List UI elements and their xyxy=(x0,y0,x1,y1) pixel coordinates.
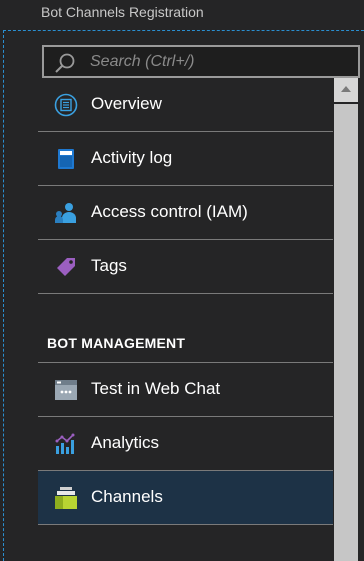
search-input[interactable]: Search (Ctrl+/) xyxy=(42,45,360,78)
activity-log-icon xyxy=(58,149,74,169)
menu-scrollbar[interactable] xyxy=(334,78,358,561)
menu-item-overview[interactable]: Overview xyxy=(38,78,333,132)
menu-item-label: Overview xyxy=(91,94,162,113)
search-placeholder: Search (Ctrl+/) xyxy=(90,53,195,70)
menu-item-label: Channels xyxy=(91,487,163,506)
scrollbar-thumb[interactable] xyxy=(334,104,358,561)
blade-header: Bot Channels Registration xyxy=(0,0,364,30)
menu-item-access-control[interactable]: Access control (IAM) xyxy=(38,186,333,240)
search-icon xyxy=(55,53,75,73)
menu-item-label: Analytics xyxy=(91,433,160,452)
menu-item-channels[interactable]: Channels xyxy=(38,471,333,525)
section-header-bot-management: BOT MANAGEMENT xyxy=(38,294,333,363)
channels-icon xyxy=(55,487,77,509)
web-chat-icon xyxy=(55,380,77,400)
section-label: BOT MANAGEMENT xyxy=(47,335,186,351)
menu-item-test-in-web-chat[interactable]: Test in Web Chat xyxy=(38,363,333,417)
overview-icon xyxy=(54,93,78,117)
menu-item-analytics[interactable]: Analytics xyxy=(38,417,333,471)
tag-icon xyxy=(57,258,75,276)
analytics-icon xyxy=(55,433,75,454)
menu-item-label: Activity log xyxy=(91,148,173,167)
blade-title: Bot Channels Registration xyxy=(41,4,204,20)
menu-item-label: Test in Web Chat xyxy=(91,379,221,398)
menu-item-tags[interactable]: Tags xyxy=(38,240,333,294)
resource-menu: Overview Activity log Access control (IA… xyxy=(38,78,333,525)
menu-item-label: Tags xyxy=(91,256,127,275)
scroll-up-arrow-icon[interactable] xyxy=(334,78,358,102)
menu-item-label: Access control (IAM) xyxy=(91,202,248,221)
access-control-icon xyxy=(55,203,76,223)
menu-item-activity-log[interactable]: Activity log xyxy=(38,132,333,186)
